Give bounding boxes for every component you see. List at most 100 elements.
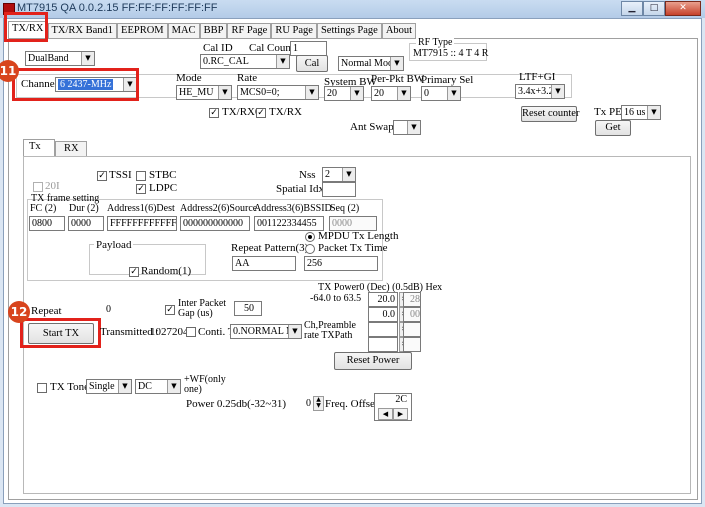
- repeat-input[interactable]: 0: [54, 302, 116, 317]
- repeat-pattern-input[interactable]: AA: [232, 256, 296, 271]
- ldpc-checkbox[interactable]: ✓: [136, 184, 146, 194]
- highlight-box-start-tx: [20, 318, 101, 348]
- rf-type-label: RF Type: [416, 37, 455, 48]
- rate-label: Rate: [237, 72, 258, 84]
- reset-counter-button[interactable]: Reset counter: [521, 106, 579, 122]
- tab-settings-page[interactable]: Settings Page: [316, 23, 382, 38]
- mpdu-length-label: MPDU Tx Length: [318, 230, 399, 242]
- chevron-down-icon: ▼: [350, 87, 363, 100]
- tab-txrx-band1[interactable]: TX/RX Band1: [47, 23, 118, 38]
- tab-rf-page[interactable]: RF Page: [227, 23, 272, 38]
- chevron-right-icon[interactable]: ▶: [393, 408, 408, 420]
- tx-length-input[interactable]: 256: [304, 256, 378, 271]
- tab-about[interactable]: About: [381, 23, 417, 38]
- ch-preamble-label: Ch,Preamble rate TXPath: [304, 320, 356, 341]
- close-button[interactable]: ✕: [665, 1, 701, 16]
- ant-swap-select[interactable]: ▼: [393, 120, 421, 135]
- tab-mac[interactable]: MAC: [167, 23, 200, 38]
- tx-tone-checkbox[interactable]: [37, 383, 47, 393]
- dur-input[interactable]: 0000: [68, 216, 104, 231]
- tx-power2-input[interactable]: [368, 322, 398, 337]
- seq-input[interactable]: 0000: [329, 216, 377, 231]
- chevron-down-icon: ▼: [342, 168, 355, 181]
- inter-packet-input[interactable]: 50: [234, 301, 262, 316]
- get-button[interactable]: Get: [595, 120, 631, 136]
- mpdu-length-radio[interactable]: [305, 232, 315, 242]
- chevron-down-icon: ▼: [397, 87, 410, 100]
- inter-packet-checkbox[interactable]: ✓: [165, 305, 175, 315]
- transmitted-value: 1027204: [150, 326, 189, 338]
- chevron-left-icon[interactable]: ◀: [378, 408, 393, 420]
- address2-input[interactable]: 000000000000: [180, 216, 250, 231]
- tab-ru-page[interactable]: RU Page: [271, 23, 317, 38]
- packet-time-label: Packet Tx Time: [318, 242, 388, 254]
- minimize-button[interactable]: ▁: [621, 1, 643, 16]
- address3-input[interactable]: 001122334455: [254, 216, 324, 231]
- tx-pe-select[interactable]: 16 us ▼: [621, 105, 661, 120]
- wf-label: +WF(only one): [184, 374, 226, 395]
- rate-select[interactable]: MCS0=0; ▼: [237, 85, 319, 100]
- tx-power3-input[interactable]: [368, 337, 398, 352]
- 20i-checkbox[interactable]: [33, 182, 43, 192]
- ltf-gi-select[interactable]: 3.4x+3.2u ▼: [515, 84, 565, 99]
- power-025-input[interactable]: 0: [298, 396, 312, 411]
- sub-tabs: Tx RX: [23, 139, 87, 156]
- repeat-pattern-label: Repeat Pattern(3): [231, 242, 309, 254]
- chevron-down-icon: ▼: [407, 121, 420, 134]
- random-checkbox[interactable]: ✓: [129, 267, 139, 277]
- chevron-down-icon: ▼: [81, 52, 94, 65]
- mode-select[interactable]: Normal Mode ▼: [338, 56, 404, 71]
- tx-power0-input[interactable]: 20.0: [368, 292, 398, 307]
- tssi-checkbox[interactable]: ✓: [97, 171, 107, 181]
- tab-tx[interactable]: Tx: [23, 139, 55, 156]
- rf-type-group: RF Type MT7915 :: 4 T 4 R: [409, 37, 488, 61]
- tx-tone-label: TX Tone: [50, 381, 90, 393]
- tx-power1-input[interactable]: 0.0: [368, 307, 398, 322]
- packet-time-radio[interactable]: [305, 244, 315, 254]
- txrx-checkbox[interactable]: ✓: [256, 108, 266, 118]
- system-bw-select[interactable]: 20 ▼: [324, 86, 364, 101]
- tab-rx[interactable]: RX: [55, 141, 87, 156]
- ltf-gi-label: LTF+GI: [519, 71, 556, 83]
- seq-label: Seq (2): [330, 203, 360, 214]
- txrx0-checkbox[interactable]: ✓: [209, 108, 219, 118]
- spatial-idx-input[interactable]: [322, 182, 356, 197]
- band-select[interactable]: DualBand ▼: [25, 51, 95, 66]
- ant-swap-label: Ant Swap: [350, 121, 394, 133]
- chevron-down-icon: ▼: [118, 380, 131, 393]
- conti-tx-checkbox[interactable]: [186, 327, 196, 337]
- power-025-label: Power 0.25db(-32~31): [186, 398, 287, 410]
- tone-dc-select[interactable]: DC ▼: [135, 379, 181, 394]
- conti-tx-select[interactable]: 0.NORMAL MC ▼: [230, 324, 302, 339]
- chevron-down-icon: ▼: [167, 380, 180, 393]
- mode-label: Mode: [176, 72, 202, 84]
- tone-mode-select[interactable]: Single ▼: [86, 379, 132, 394]
- reset-power-button[interactable]: Reset Power: [334, 352, 412, 370]
- chevron-down-icon: ▼: [276, 55, 289, 68]
- tab-bbp[interactable]: BBP: [199, 23, 228, 38]
- chevron-down-icon: ▼: [390, 57, 403, 70]
- fc-input[interactable]: 0800: [29, 216, 65, 231]
- nss-label: Nss: [299, 169, 316, 181]
- cal-count-input[interactable]: 1: [290, 41, 327, 56]
- chevron-down-icon: ▼: [647, 106, 660, 119]
- freq-offset-scroll[interactable]: ◀ ▶: [378, 408, 408, 420]
- phy-mode-select[interactable]: HE_MU ▼: [176, 85, 232, 100]
- step-badge-12: 12: [8, 301, 30, 323]
- maximize-button[interactable]: □: [643, 1, 665, 16]
- cal-count-label: Cal Count: [249, 42, 294, 54]
- power-025-spinner[interactable]: ▲ ▼: [313, 396, 324, 411]
- nss-select[interactable]: 2 ▼: [322, 167, 356, 182]
- cal-id-select[interactable]: 0.RC_CAL ▼: [200, 54, 290, 69]
- fc-label: FC (2): [30, 203, 57, 214]
- per-pkt-bw-select[interactable]: 20 ▼: [371, 86, 411, 101]
- address1-input[interactable]: FFFFFFFFFFFF: [107, 216, 177, 231]
- txrx-label: TX/RX: [269, 106, 302, 118]
- highlight-box-channel: [12, 68, 139, 101]
- stbc-checkbox[interactable]: [136, 171, 146, 181]
- primary-sel-select[interactable]: 0 ▼: [421, 86, 461, 101]
- cal-button[interactable]: Cal: [296, 55, 328, 72]
- payload-caption: Payload: [94, 239, 134, 251]
- tab-eeprom[interactable]: EEPROM: [117, 23, 168, 38]
- chevron-down-icon: ▼: [305, 86, 318, 99]
